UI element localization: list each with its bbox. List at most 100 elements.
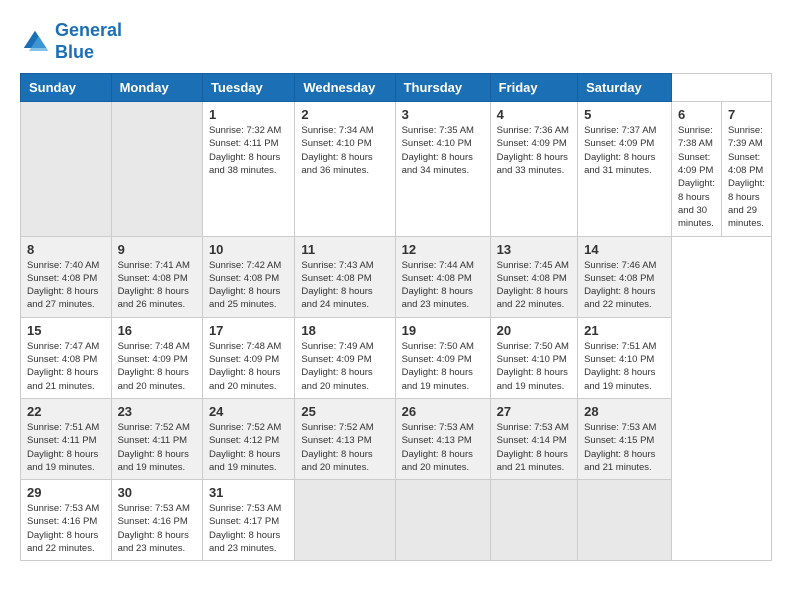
calendar-cell: 30 Sunrise: 7:53 AMSunset: 4:16 PMDayligh… bbox=[111, 480, 202, 561]
day-number: 6 bbox=[678, 107, 715, 122]
calendar-cell: 3 Sunrise: 7:35 AMSunset: 4:10 PMDaylight… bbox=[395, 102, 490, 236]
day-info: Sunrise: 7:41 AMSunset: 4:08 PMDaylight:… bbox=[118, 259, 196, 312]
day-number: 18 bbox=[301, 323, 388, 338]
calendar-cell: 21 Sunrise: 7:51 AMSunset: 4:10 PMDayligh… bbox=[578, 317, 672, 398]
day-info: Sunrise: 7:52 AMSunset: 4:11 PMDaylight:… bbox=[118, 421, 196, 474]
day-info: Sunrise: 7:47 AMSunset: 4:08 PMDaylight:… bbox=[27, 340, 105, 393]
calendar-cell: 14 Sunrise: 7:46 AMSunset: 4:08 PMDayligh… bbox=[578, 236, 672, 317]
calendar-cell: 28Sunrise: 7:53 AMSunset: 4:15 PMDayligh… bbox=[578, 398, 672, 479]
day-number: 8 bbox=[27, 242, 105, 257]
column-header-thursday: Thursday bbox=[395, 74, 490, 102]
day-number: 13 bbox=[497, 242, 571, 257]
day-number: 28 bbox=[584, 404, 665, 419]
day-info: Sunrise: 7:48 AMSunset: 4:09 PMDaylight:… bbox=[118, 340, 196, 393]
day-number: 30 bbox=[118, 485, 196, 500]
calendar-cell: 1 Sunrise: 7:32 AMSunset: 4:11 PMDaylight… bbox=[202, 102, 294, 236]
day-info: Sunrise: 7:51 AMSunset: 4:10 PMDaylight:… bbox=[584, 340, 665, 393]
day-number: 12 bbox=[402, 242, 484, 257]
day-number: 31 bbox=[209, 485, 288, 500]
day-number: 14 bbox=[584, 242, 665, 257]
day-number: 24 bbox=[209, 404, 288, 419]
calendar-cell: 8 Sunrise: 7:40 AMSunset: 4:08 PMDaylight… bbox=[21, 236, 112, 317]
calendar-cell: 15 Sunrise: 7:47 AMSunset: 4:08 PMDayligh… bbox=[21, 317, 112, 398]
calendar-cell: 26 Sunrise: 7:53 AMSunset: 4:13 PMDayligh… bbox=[395, 398, 490, 479]
calendar-cell: 6 Sunrise: 7:38 AMSunset: 4:09 PMDaylight… bbox=[672, 102, 722, 236]
calendar-cell: 29 Sunrise: 7:53 AMSunset: 4:16 PMDayligh… bbox=[21, 480, 112, 561]
calendar-cell: 24 Sunrise: 7:52 AMSunset: 4:12 PMDayligh… bbox=[202, 398, 294, 479]
day-info: Sunrise: 7:53 AMSunset: 4:13 PMDaylight:… bbox=[402, 421, 484, 474]
day-number: 17 bbox=[209, 323, 288, 338]
day-info: Sunrise: 7:50 AMSunset: 4:09 PMDaylight:… bbox=[402, 340, 484, 393]
calendar-cell: 22Sunrise: 7:51 AMSunset: 4:11 PMDayligh… bbox=[21, 398, 112, 479]
day-info: Sunrise: 7:52 AMSunset: 4:13 PMDaylight:… bbox=[301, 421, 388, 474]
calendar-cell: 19 Sunrise: 7:50 AMSunset: 4:09 PMDayligh… bbox=[395, 317, 490, 398]
calendar-cell bbox=[21, 102, 112, 236]
day-info: Sunrise: 7:37 AMSunset: 4:09 PMDaylight:… bbox=[584, 124, 665, 177]
day-number: 19 bbox=[402, 323, 484, 338]
logo-text: General Blue bbox=[55, 20, 122, 63]
day-number: 3 bbox=[402, 107, 484, 122]
day-number: 10 bbox=[209, 242, 288, 257]
day-info: Sunrise: 7:44 AMSunset: 4:08 PMDaylight:… bbox=[402, 259, 484, 312]
day-info: Sunrise: 7:32 AMSunset: 4:11 PMDaylight:… bbox=[209, 124, 288, 177]
calendar-cell: 16 Sunrise: 7:48 AMSunset: 4:09 PMDayligh… bbox=[111, 317, 202, 398]
day-number: 4 bbox=[497, 107, 571, 122]
day-info: Sunrise: 7:52 AMSunset: 4:12 PMDaylight:… bbox=[209, 421, 288, 474]
page-header: General Blue bbox=[20, 20, 772, 63]
day-number: 9 bbox=[118, 242, 196, 257]
calendar-week-row: 29 Sunrise: 7:53 AMSunset: 4:16 PMDayligh… bbox=[21, 480, 772, 561]
column-header-sunday: Sunday bbox=[21, 74, 112, 102]
day-number: 16 bbox=[118, 323, 196, 338]
day-number: 1 bbox=[209, 107, 288, 122]
logo: General Blue bbox=[20, 20, 122, 63]
day-info: Sunrise: 7:49 AMSunset: 4:09 PMDaylight:… bbox=[301, 340, 388, 393]
calendar-cell: 5 Sunrise: 7:37 AMSunset: 4:09 PMDaylight… bbox=[578, 102, 672, 236]
calendar-week-row: 1 Sunrise: 7:32 AMSunset: 4:11 PMDaylight… bbox=[21, 102, 772, 236]
day-info: Sunrise: 7:53 AMSunset: 4:14 PMDaylight:… bbox=[497, 421, 571, 474]
day-number: 15 bbox=[27, 323, 105, 338]
day-info: Sunrise: 7:34 AMSunset: 4:10 PMDaylight:… bbox=[301, 124, 388, 177]
calendar-cell: 25Sunrise: 7:52 AMSunset: 4:13 PMDayligh… bbox=[295, 398, 395, 479]
column-header-tuesday: Tuesday bbox=[202, 74, 294, 102]
logo-icon bbox=[20, 27, 50, 57]
calendar-header-row: SundayMondayTuesdayWednesdayThursdayFrid… bbox=[21, 74, 772, 102]
calendar-cell: 20 Sunrise: 7:50 AMSunset: 4:10 PMDayligh… bbox=[490, 317, 577, 398]
day-number: 21 bbox=[584, 323, 665, 338]
day-info: Sunrise: 7:53 AMSunset: 4:16 PMDaylight:… bbox=[118, 502, 196, 555]
day-number: 20 bbox=[497, 323, 571, 338]
day-number: 26 bbox=[402, 404, 484, 419]
day-info: Sunrise: 7:43 AMSunset: 4:08 PMDaylight:… bbox=[301, 259, 388, 312]
day-number: 23 bbox=[118, 404, 196, 419]
column-header-wednesday: Wednesday bbox=[295, 74, 395, 102]
calendar-cell: 7Sunrise: 7:39 AMSunset: 4:08 PMDaylight… bbox=[721, 102, 771, 236]
calendar-cell: 13Sunrise: 7:45 AMSunset: 4:08 PMDayligh… bbox=[490, 236, 577, 317]
calendar-cell: 10 Sunrise: 7:42 AMSunset: 4:08 PMDayligh… bbox=[202, 236, 294, 317]
column-header-saturday: Saturday bbox=[578, 74, 672, 102]
calendar-cell bbox=[490, 480, 577, 561]
calendar-cell bbox=[295, 480, 395, 561]
column-header-monday: Monday bbox=[111, 74, 202, 102]
day-info: Sunrise: 7:38 AMSunset: 4:09 PMDaylight:… bbox=[678, 124, 715, 230]
calendar-cell: 17Sunrise: 7:48 AMSunset: 4:09 PMDayligh… bbox=[202, 317, 294, 398]
calendar-cell: 12 Sunrise: 7:44 AMSunset: 4:08 PMDayligh… bbox=[395, 236, 490, 317]
day-info: Sunrise: 7:35 AMSunset: 4:10 PMDaylight:… bbox=[402, 124, 484, 177]
calendar-cell bbox=[395, 480, 490, 561]
calendar-week-row: 15 Sunrise: 7:47 AMSunset: 4:08 PMDayligh… bbox=[21, 317, 772, 398]
column-header-friday: Friday bbox=[490, 74, 577, 102]
calendar-cell: 27Sunrise: 7:53 AMSunset: 4:14 PMDayligh… bbox=[490, 398, 577, 479]
day-info: Sunrise: 7:50 AMSunset: 4:10 PMDaylight:… bbox=[497, 340, 571, 393]
day-info: Sunrise: 7:42 AMSunset: 4:08 PMDaylight:… bbox=[209, 259, 288, 312]
calendar-cell: 23 Sunrise: 7:52 AMSunset: 4:11 PMDayligh… bbox=[111, 398, 202, 479]
day-info: Sunrise: 7:40 AMSunset: 4:08 PMDaylight:… bbox=[27, 259, 105, 312]
calendar-cell bbox=[578, 480, 672, 561]
day-info: Sunrise: 7:46 AMSunset: 4:08 PMDaylight:… bbox=[584, 259, 665, 312]
day-info: Sunrise: 7:36 AMSunset: 4:09 PMDaylight:… bbox=[497, 124, 571, 177]
day-number: 29 bbox=[27, 485, 105, 500]
calendar-cell: 31Sunrise: 7:53 AMSunset: 4:17 PMDayligh… bbox=[202, 480, 294, 561]
day-number: 5 bbox=[584, 107, 665, 122]
calendar-table: SundayMondayTuesdayWednesdayThursdayFrid… bbox=[20, 73, 772, 561]
day-info: Sunrise: 7:53 AMSunset: 4:16 PMDaylight:… bbox=[27, 502, 105, 555]
calendar-cell: 9 Sunrise: 7:41 AMSunset: 4:08 PMDaylight… bbox=[111, 236, 202, 317]
day-number: 7 bbox=[728, 107, 765, 122]
day-info: Sunrise: 7:51 AMSunset: 4:11 PMDaylight:… bbox=[27, 421, 105, 474]
